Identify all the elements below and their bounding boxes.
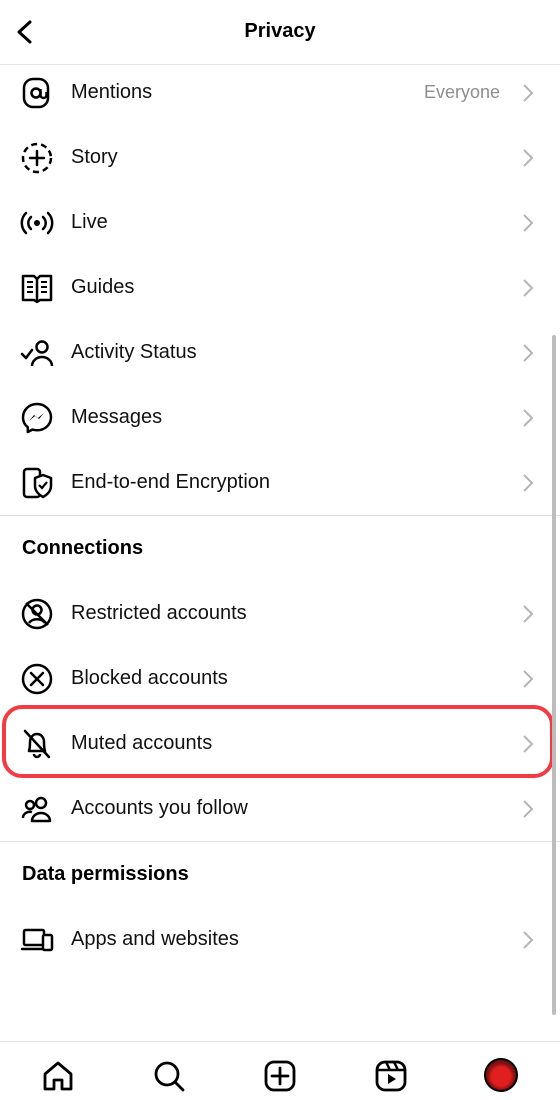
tab-reels[interactable] (373, 1058, 409, 1094)
chevron-right-icon (523, 278, 534, 297)
reels-icon (375, 1060, 407, 1092)
guide-book-icon (20, 271, 54, 305)
chevron-right-icon (523, 408, 534, 427)
tab-search[interactable] (151, 1058, 187, 1094)
story-add-icon (20, 141, 54, 175)
row-label: Blocked accounts (71, 667, 228, 689)
section-header-connections: Connections (22, 537, 144, 559)
chevron-right-icon (523, 83, 534, 102)
bottom-tab-bar (0, 1041, 560, 1100)
settings-list: Mentions Everyone Story Live Guides Acti… (0, 60, 560, 972)
blocked-icon (20, 662, 54, 696)
chevron-right-icon (523, 473, 534, 492)
row-live[interactable]: Live (0, 190, 560, 255)
restricted-icon (20, 597, 54, 631)
top-bar: Privacy (0, 0, 560, 65)
chevron-right-icon (523, 734, 534, 753)
row-label: Live (71, 211, 108, 233)
row-label: Guides (71, 276, 135, 298)
row-blocked-accounts[interactable]: Blocked accounts (0, 646, 560, 711)
row-messages[interactable]: Messages (0, 385, 560, 450)
row-restricted-accounts[interactable]: Restricted accounts (0, 581, 560, 646)
create-icon (264, 1060, 296, 1092)
row-e2ee[interactable]: End-to-end Encryption (0, 450, 560, 515)
devices-icon (20, 923, 54, 957)
tab-profile[interactable] (484, 1058, 520, 1094)
row-guides[interactable]: Guides (0, 255, 560, 320)
row-label: Story (71, 146, 118, 168)
row-label: End-to-end Encryption (71, 471, 271, 493)
scrollbar[interactable] (552, 335, 556, 1015)
at-sign-icon (20, 76, 54, 110)
search-icon (154, 1061, 185, 1092)
row-apps-and-websites[interactable]: Apps and websites (0, 907, 560, 972)
tab-home[interactable] (40, 1058, 76, 1094)
row-label: Apps and websites (71, 928, 239, 950)
chevron-right-icon (523, 213, 534, 232)
row-accounts-you-follow[interactable]: Accounts you follow (0, 776, 560, 841)
chevron-right-icon (523, 148, 534, 167)
page-title: Privacy (244, 20, 316, 42)
live-broadcast-icon (20, 206, 54, 240)
row-label: Accounts you follow (71, 797, 248, 819)
row-label: Muted accounts (71, 732, 213, 754)
chevron-right-icon (523, 799, 534, 818)
chevron-right-icon (523, 604, 534, 623)
row-label: Mentions (71, 81, 153, 103)
chevron-right-icon (523, 343, 534, 362)
muted-bell-icon (20, 727, 54, 761)
encryption-shield-icon (20, 466, 54, 500)
row-story[interactable]: Story (0, 125, 560, 190)
people-icon (20, 792, 54, 826)
activity-status-icon (20, 336, 54, 370)
chevron-right-icon (523, 669, 534, 688)
row-muted-accounts[interactable]: Muted accounts (0, 711, 560, 776)
row-label: Activity Status (71, 341, 197, 363)
tab-create[interactable] (262, 1058, 298, 1094)
home-icon (43, 1061, 73, 1091)
section-header-data-permissions: Data permissions (22, 863, 189, 885)
row-mentions[interactable]: Mentions Everyone (0, 60, 560, 125)
chevron-right-icon (523, 930, 534, 949)
row-label: Messages (71, 406, 163, 428)
messenger-icon (20, 401, 54, 435)
profile-avatar (484, 1058, 518, 1092)
row-label: Restricted accounts (71, 602, 247, 624)
row-activity-status[interactable]: Activity Status (0, 320, 560, 385)
row-value: Everyone (423, 82, 500, 102)
